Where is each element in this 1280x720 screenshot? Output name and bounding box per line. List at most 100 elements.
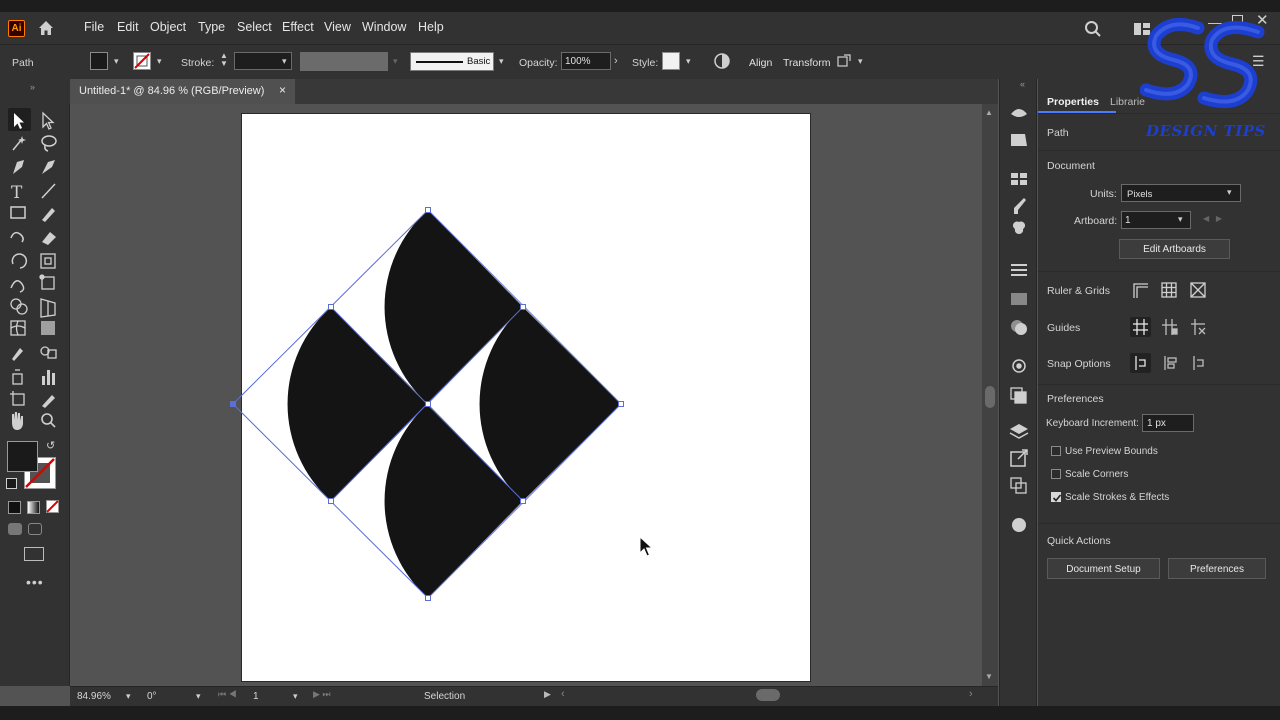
preferences-button[interactable]: Preferences — [1168, 558, 1266, 579]
snap-to-point-icon — [1135, 356, 1146, 370]
default-colors-icon[interactable] — [6, 478, 17, 489]
keyboard-increment-input[interactable]: 1 px — [1142, 414, 1194, 432]
vertical-scroll-thumb[interactable] — [985, 386, 995, 408]
zoom-level-field[interactable]: 84.96% — [77, 691, 111, 702]
column-graph-tool-icon — [42, 370, 55, 385]
use-preview-bounds-checkbox[interactable] — [1051, 446, 1061, 456]
gradient-mode-icon[interactable] — [27, 501, 40, 514]
document-setup-button[interactable]: Document Setup — [1047, 558, 1160, 579]
color-mode-icon[interactable] — [8, 501, 21, 514]
horizontal-scroll-thumb[interactable] — [756, 689, 780, 701]
collapse-toolbar-icon[interactable]: » — [30, 82, 35, 92]
menu-effect[interactable]: Effect — [282, 20, 314, 34]
style-dropdown-icon[interactable]: ▾ — [686, 56, 691, 67]
menu-object[interactable]: Object — [150, 20, 186, 34]
isolate-icon[interactable] — [836, 53, 852, 69]
scroll-up-icon[interactable]: ▲ — [985, 108, 993, 117]
artboard-select-dropdown-icon[interactable]: ▾ — [1178, 214, 1183, 225]
menu-help[interactable]: Help — [418, 20, 444, 34]
menu-window[interactable]: Window — [362, 20, 406, 34]
brush-dropdown-icon[interactable]: ▾ — [499, 56, 504, 67]
curvature-tool-icon — [42, 160, 55, 174]
app-logo: Ai — [8, 20, 25, 37]
none-mode-icon[interactable] — [46, 500, 59, 513]
last-artboard-icon[interactable]: ▶ ⏭ — [313, 689, 331, 700]
guides-icons[interactable] — [1130, 317, 1210, 337]
shape-builder-tool-icon — [10, 298, 28, 315]
vertical-scrollbar[interactable]: ▲ ▼ — [982, 104, 998, 686]
search-icon[interactable] — [1083, 19, 1103, 39]
stroke-dropdown-icon[interactable]: ▾ — [157, 56, 162, 67]
variable-width-profile[interactable] — [300, 52, 388, 71]
options-dropdown-icon[interactable]: ▾ — [858, 56, 863, 67]
units-dropdown[interactable]: Pixels — [1121, 184, 1241, 202]
units-dropdown-icon[interactable]: ▾ — [1227, 187, 1232, 198]
fill-swatch[interactable] — [90, 52, 108, 70]
collapse-panels-icon[interactable]: « — [1020, 79, 1025, 89]
close-tab-icon[interactable]: × — [279, 83, 286, 97]
design-tips-logo — [1140, 18, 1265, 109]
artboard-dropdown-icon[interactable]: ▾ — [293, 691, 298, 702]
first-artboard-icon[interactable]: ⏮ ◀ — [218, 689, 237, 700]
export-icon — [1010, 449, 1028, 467]
artboard-number-field[interactable]: 1 — [253, 691, 259, 702]
style-swatch[interactable] — [662, 52, 680, 70]
draw-behind-icon[interactable] — [28, 523, 42, 535]
menu-type[interactable]: Type — [198, 20, 225, 34]
menu-file[interactable]: File — [84, 20, 104, 34]
transparency-panel-icon — [1011, 320, 1027, 335]
gradient-tool-icon — [41, 321, 55, 335]
title-strip — [0, 0, 1280, 12]
selected-artwork[interactable] — [228, 206, 628, 606]
fill-dropdown-icon[interactable]: ▾ — [114, 56, 119, 67]
profile-dropdown-icon[interactable]: ▾ — [393, 56, 398, 67]
edit-artboards-button[interactable]: Edit Artboards — [1119, 239, 1230, 259]
brush-definition[interactable]: Basic — [410, 52, 494, 71]
swap-fill-stroke-icon[interactable]: ↺ — [46, 439, 55, 452]
document-tab-title: Untitled-1* @ 84.96 % (RGB/Preview) — [79, 85, 265, 97]
menu-edit[interactable]: Edit — [117, 20, 139, 34]
zoom-dropdown-icon[interactable]: ▾ — [126, 691, 131, 702]
opacity-input[interactable]: 100% — [561, 52, 611, 70]
menu-select[interactable]: Select — [237, 20, 272, 34]
libraries-icon — [1012, 518, 1026, 532]
rotation-dropdown-icon[interactable]: ▾ — [196, 691, 201, 702]
recolor-artwork-icon[interactable] — [713, 52, 731, 70]
document-tab[interactable]: Untitled-1* @ 84.96 % (RGB/Preview) × — [70, 79, 295, 104]
use-preview-bounds-label: Use Preview Bounds — [1065, 446, 1158, 457]
screen-mode-icon[interactable] — [24, 547, 44, 561]
edit-toolbar-icon[interactable]: ••• — [26, 574, 44, 590]
ruler-grid-icons[interactable] — [1130, 280, 1210, 300]
selection-type-label: Path — [12, 57, 34, 69]
direct-selection-tool-icon — [42, 111, 55, 130]
divider — [1038, 271, 1280, 272]
scroll-left-icon[interactable]: ‹ — [561, 688, 565, 700]
status-menu-icon[interactable]: ▶ — [544, 689, 551, 700]
opacity-arrow-icon[interactable]: › — [614, 55, 618, 67]
scroll-right-icon[interactable]: › — [969, 688, 973, 700]
toolbar-header: » — [0, 79, 70, 104]
quick-actions-heading: Quick Actions — [1047, 535, 1111, 547]
fill-color-front[interactable] — [7, 441, 38, 472]
scroll-down-icon[interactable]: ▼ — [985, 672, 993, 681]
align-link[interactable]: Align — [749, 57, 772, 69]
rotation-field[interactable]: 0° — [147, 691, 157, 702]
free-transform-tool-icon — [39, 274, 55, 290]
stroke-none-swatch[interactable] — [133, 52, 151, 70]
draw-normal-icon[interactable] — [8, 523, 22, 535]
lasso-tool-icon — [41, 135, 57, 152]
stroke-weight-dropdown-icon[interactable]: ▾ — [282, 56, 287, 67]
panel-icons[interactable] — [1006, 100, 1032, 540]
snap-icons[interactable] — [1130, 353, 1210, 373]
stroke-weight-stepper[interactable]: ▲ ▼ — [218, 52, 230, 70]
slice-tool-icon — [42, 395, 55, 408]
home-icon[interactable] — [36, 18, 56, 38]
scale-corners-checkbox[interactable] — [1051, 469, 1061, 479]
menu-view[interactable]: View — [324, 20, 351, 34]
eraser-tool-icon — [42, 232, 56, 245]
artboard-nav-icon[interactable]: ◀ ▶ — [1203, 214, 1222, 223]
selection-type-heading: Path — [1047, 127, 1069, 139]
artboards-panel-icon — [1010, 477, 1027, 494]
transform-link[interactable]: Transform — [783, 57, 830, 69]
scale-strokes-checkbox[interactable] — [1051, 492, 1062, 502]
